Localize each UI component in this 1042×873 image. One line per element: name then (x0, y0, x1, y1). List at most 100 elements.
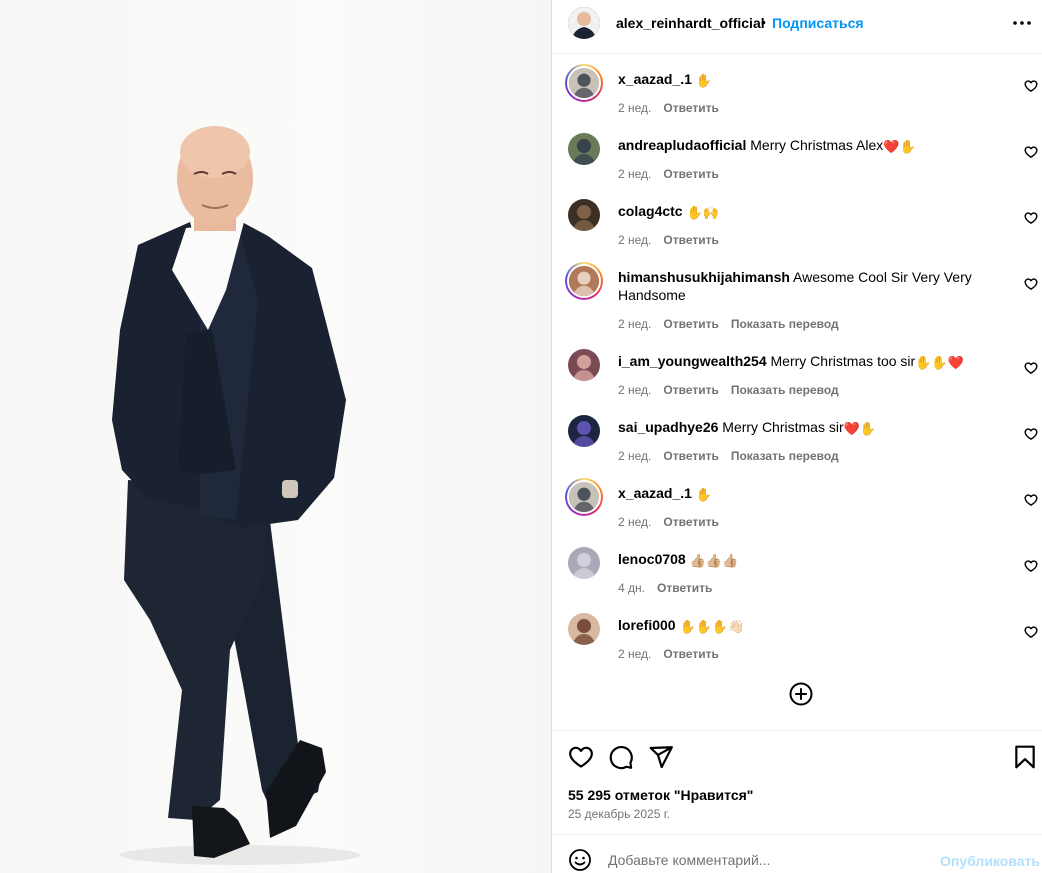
comment-time[interactable]: 2 нед. (618, 383, 651, 397)
comment-time[interactable]: 4 дн. (618, 581, 645, 595)
comment-text: x_aazad_.1 ✋ (618, 484, 998, 502)
commenter-avatar[interactable] (568, 613, 600, 645)
reply-button[interactable]: Ответить (663, 233, 718, 247)
comment-input[interactable] (608, 849, 928, 871)
commenter-username[interactable]: sai_upadhye26 (618, 419, 718, 435)
comment-text: lorefi000 ✋✋✋👋🏻 (618, 616, 998, 634)
header-separator: • (761, 14, 766, 30)
paper-plane-icon[interactable] (648, 744, 674, 770)
reply-button[interactable]: Ответить (663, 101, 718, 115)
commenter-avatar[interactable] (565, 64, 603, 102)
post-details-panel: alex_reinhardt_official • Подписаться x_… (552, 0, 1042, 873)
comment-time[interactable]: 2 нед. (618, 515, 651, 529)
comment-text: himanshusukhijahimansh Awesome Cool Sir … (618, 268, 998, 304)
comment-meta: 2 нед. Ответить Показать перевод (618, 383, 851, 397)
comment-item: lorefi000 ✋✋✋👋🏻 2 нед. Ответить (552, 609, 1042, 669)
smiley-icon[interactable] (568, 848, 592, 872)
comment-meta: 2 нед. Ответить Показать перевод (618, 317, 851, 331)
follow-button[interactable]: Подписаться (772, 15, 864, 31)
commenter-username[interactable]: lorefi000 (618, 617, 676, 633)
comment-item: sai_upadhye26 Merry Christmas sir❤️✋ 2 не… (552, 411, 1042, 471)
comment-meta: 4 дн. Ответить (618, 581, 724, 595)
comment-icon[interactable] (608, 744, 634, 770)
comment-emoji: ✋🙌 (686, 205, 719, 220)
plus-circle-icon[interactable] (789, 682, 813, 706)
likes-count[interactable]: 55 295 отметок "Нравится" (568, 787, 753, 803)
comment-meta: 2 нед. Ответить (618, 515, 731, 529)
heart-icon[interactable] (1024, 277, 1038, 291)
comment-text: andreapludaofficial Merry Christmas Alex… (618, 136, 998, 154)
commenter-username[interactable]: x_aazad_.1 (618, 485, 692, 501)
heart-icon[interactable] (1024, 361, 1038, 375)
show-translation-button[interactable]: Показать перевод (731, 383, 839, 397)
post-photo-image (112, 126, 360, 865)
post-photo[interactable] (0, 0, 551, 873)
commenter-username[interactable]: lenoc0708 (618, 551, 686, 567)
show-translation-button[interactable]: Показать перевод (731, 449, 839, 463)
comment-time[interactable]: 2 нед. (618, 647, 651, 661)
commenter-avatar[interactable] (565, 478, 603, 516)
commenter-username[interactable]: himanshusukhijahimansh (618, 269, 790, 285)
reply-button[interactable]: Ответить (663, 647, 718, 661)
comments-list[interactable]: x_aazad_.1 ✋ 2 нед. Ответить andreapludaoff… (552, 55, 1042, 730)
comment-time[interactable]: 2 нед. (618, 101, 651, 115)
commenter-avatar[interactable] (565, 262, 603, 300)
commenter-username[interactable]: andreapludaofficial (618, 137, 746, 153)
heart-icon[interactable] (1024, 79, 1038, 93)
commenter-avatar[interactable] (568, 547, 600, 579)
comment-item: x_aazad_.1 ✋ 2 нед. Ответить (552, 63, 1042, 123)
commenter-username[interactable]: x_aazad_.1 (618, 71, 692, 87)
comment-text: sai_upadhye26 Merry Christmas sir❤️✋ (618, 418, 998, 436)
reply-button[interactable]: Ответить (663, 515, 718, 529)
comment-time[interactable]: 2 нед. (618, 317, 651, 331)
comment-time[interactable]: 2 нед. (618, 167, 651, 181)
heart-icon[interactable] (1024, 625, 1038, 639)
reply-button[interactable]: Ответить (657, 581, 712, 595)
comment-meta: 2 нед. Ответить (618, 647, 731, 661)
more-options-icon[interactable] (1010, 13, 1034, 33)
comment-body: Merry Christmas too sir (766, 353, 916, 369)
comment-emoji: ❤️✋ (883, 139, 916, 154)
add-comment-bar: Опубликовать (552, 834, 1042, 873)
comment-emoji: ✋ (695, 487, 713, 502)
comment-meta: 2 нед. Ответить (618, 233, 731, 247)
reply-button[interactable]: Ответить (663, 449, 718, 463)
heart-icon[interactable] (1024, 145, 1038, 159)
post-header: alex_reinhardt_official • Подписаться (552, 0, 1042, 54)
reply-button[interactable]: Ответить (663, 167, 718, 181)
comment-emoji: 👍🏼👍🏼👍🏼 (689, 553, 739, 568)
comment-body: Merry Christmas Alex (746, 137, 884, 153)
commenter-avatar[interactable] (568, 133, 600, 165)
heart-icon[interactable] (568, 744, 594, 770)
comment-time[interactable]: 2 нед. (618, 449, 651, 463)
comment-emoji: ✋✋❤️ (915, 355, 964, 370)
commenter-avatar[interactable] (568, 199, 600, 231)
comment-time[interactable]: 2 нед. (618, 233, 651, 247)
comment-item: lenoc0708 👍🏼👍🏼👍🏼 4 дн. Ответить (552, 543, 1042, 603)
reply-button[interactable]: Ответить (663, 383, 718, 397)
comment-text: i_am_youngwealth254 Merry Christmas too … (618, 352, 998, 370)
heart-icon[interactable] (1024, 493, 1038, 507)
author-avatar[interactable] (568, 7, 600, 39)
commenter-avatar[interactable] (568, 415, 600, 447)
heart-icon[interactable] (1024, 211, 1038, 225)
publish-button[interactable]: Опубликовать (940, 853, 1040, 869)
heart-icon[interactable] (1024, 559, 1038, 573)
commenter-username[interactable]: i_am_youngwealth254 (618, 353, 767, 369)
comment-item: x_aazad_.1 ✋ 2 нед. Ответить (552, 477, 1042, 537)
comment-meta: 2 нед. Ответить Показать перевод (618, 449, 851, 463)
commenter-avatar[interactable] (568, 349, 600, 381)
commenter-username[interactable]: colag4ctc (618, 203, 683, 219)
comment-meta: 2 нед. Ответить (618, 167, 731, 181)
comment-text: lenoc0708 👍🏼👍🏼👍🏼 (618, 550, 998, 568)
comment-body: Merry Christmas sir (718, 419, 844, 435)
reply-button[interactable]: Ответить (663, 317, 718, 331)
comment-item: himanshusukhijahimansh Awesome Cool Sir … (552, 261, 1042, 331)
bookmark-icon[interactable] (1012, 744, 1038, 770)
show-translation-button[interactable]: Показать перевод (731, 317, 839, 331)
comment-emoji: ✋ (695, 73, 713, 88)
author-username[interactable]: alex_reinhardt_official (616, 15, 765, 31)
comment-text: colag4ctc ✋🙌 (618, 202, 998, 220)
comment-emoji: ❤️✋ (843, 421, 876, 436)
heart-icon[interactable] (1024, 427, 1038, 441)
